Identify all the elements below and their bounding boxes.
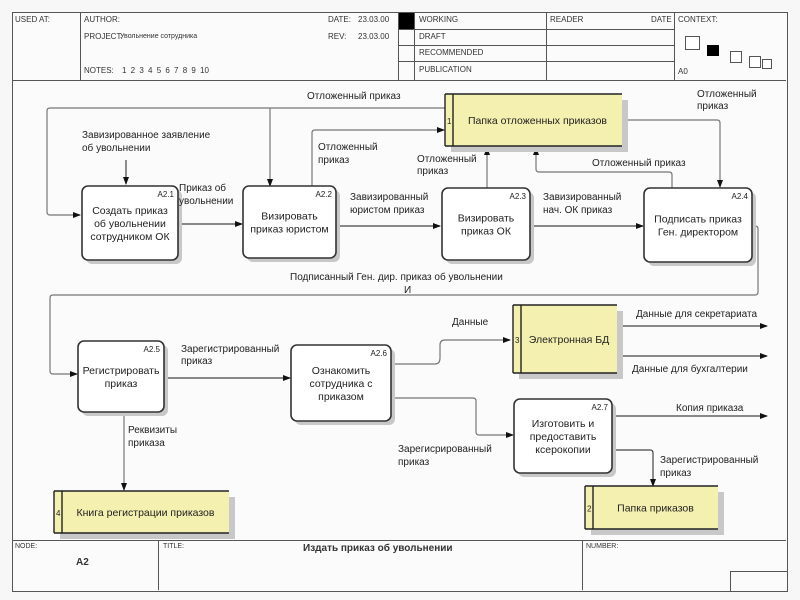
store-number: 2	[587, 505, 592, 514]
number-label: NUMBER:	[586, 543, 619, 550]
label-postponed-a24: Отложенный приказ	[592, 158, 686, 169]
activity-label: Регистрировать	[83, 365, 160, 377]
label-approved-hr-1: Завизированный	[543, 192, 621, 203]
arrow-a26-to-a27	[391, 397, 514, 438]
data-store[interactable]: 4 Книга регистрации приказов	[53, 490, 235, 539]
activity-label: сотрудника с	[309, 378, 372, 390]
label-order-dismissal-1: Приказ об	[179, 182, 226, 194]
label-registered-a27-1: Зарегистрированный	[660, 455, 758, 466]
label-approved-app-1: Завизированное заявление	[82, 130, 211, 141]
activity-id: A2.5	[144, 345, 161, 354]
activity-label: Изготовить и	[532, 418, 595, 430]
activity-label: приказ	[105, 378, 138, 390]
title-label: TITLE:	[163, 543, 185, 550]
activity-label: Ген. директором	[658, 227, 738, 239]
activity-label: предоставить	[530, 431, 597, 443]
store-label: Папка отложенных приказов	[468, 115, 607, 127]
label-postponed-top: Отложенный приказ	[307, 91, 401, 102]
activity-label: Создать приказ	[92, 205, 168, 217]
activity-id: A2.2	[316, 190, 333, 199]
activity-box[interactable]: A2.2 Визироватьприказ юристом	[242, 185, 340, 262]
diagram-title: Издать приказ об увольнении	[303, 543, 453, 554]
footer-divider	[12, 540, 786, 541]
label-postponed-right-2: приказ	[697, 101, 729, 112]
activity-id: A2.6	[371, 349, 388, 358]
label-postponed-right-1: Отложенный	[697, 89, 757, 100]
store-label: Папка приказов	[617, 503, 694, 515]
label-postponed-a22-2: приказ	[318, 155, 350, 166]
activity-label: сотрудником ОК	[90, 231, 170, 243]
label-postponed-a23-2: приказ	[417, 166, 449, 177]
number-subbox	[730, 571, 787, 591]
label-approved-app-2: об увольнении	[82, 142, 150, 154]
label-registered-a26-1: Зарегисрированный	[398, 444, 492, 455]
activity-id: A2.7	[592, 403, 609, 412]
label-order-details-1: Реквизиты	[128, 425, 177, 436]
divider	[158, 540, 159, 590]
store-number: 4	[56, 509, 61, 518]
activity-box[interactable]: A2.1 Создать приказоб увольнениисотрудник…	[81, 185, 182, 264]
divider	[582, 540, 583, 590]
label-data-accounting: Данные для бухгалтерии	[632, 363, 748, 375]
activity-id: A2.3	[510, 192, 527, 201]
label-postponed-a22-1: Отложенный	[318, 142, 378, 153]
store-label: Книга регистрации приказов	[77, 507, 215, 519]
activity-label: приказом	[318, 391, 364, 403]
activity-label: приказ ОК	[461, 226, 512, 238]
activity-box[interactable]: A2.6Ознакомитьсотрудника сприказом	[290, 344, 395, 425]
label-registered-a25-2: приказ	[181, 356, 213, 367]
data-store[interactable]: 2 Папка приказов	[584, 485, 724, 535]
node-label: NODE:	[15, 543, 38, 550]
label-registered-a26-2: приказ	[398, 457, 430, 468]
arrow-a27-to-store2	[612, 449, 656, 487]
label-data-secretariat: Данные для секретариата	[636, 309, 757, 320]
label-registered-a27-2: приказ	[660, 468, 692, 479]
label-signed-order-2: И	[404, 285, 411, 296]
label-signed-order-1: Подписанный Ген. дир. приказ об увольнен…	[290, 271, 503, 283]
store-number: 1	[447, 117, 452, 126]
activity-label: ксерокопии	[535, 444, 591, 456]
label-approved-hr-2: нач. ОК приказ	[543, 205, 613, 216]
activity-label: об увольнении	[94, 218, 166, 230]
data-store[interactable]: 3 Электронная БД	[512, 304, 623, 379]
activity-box[interactable]: A2.5 Регистрироватьприказ	[77, 340, 168, 416]
store-number: 3	[515, 336, 520, 345]
label-order-details-2: приказа	[128, 438, 165, 449]
label-data: Данные	[452, 317, 489, 328]
idef0-diagram: 1 Папка отложенных приказов 2 Папка приказо…	[46, 89, 768, 539]
arrow-data	[391, 337, 511, 365]
activity-id: A2.4	[732, 192, 749, 201]
label-order-dismissal-2: увольнении	[179, 196, 233, 207]
label-postponed-a23-1: Отложенный	[417, 154, 477, 165]
activity-label: Визировать	[458, 213, 515, 225]
data-store[interactable]: 1 Папка отложенных приказов	[444, 93, 628, 152]
store-label: Электронная БД	[529, 334, 609, 346]
label-order-copy: Копия приказа	[676, 403, 744, 414]
label-registered-a25-1: Зарегистрированный	[181, 344, 279, 355]
activity-box[interactable]: A2.4 Подписать приказГен. директором	[643, 187, 756, 266]
arrow-store1-to-a24	[622, 119, 723, 188]
activity-label: Ознакомить	[312, 365, 371, 377]
activity-id: A2.1	[158, 190, 175, 199]
label-approved-lawyer-2: юристом приказ	[350, 205, 425, 216]
label-approved-lawyer-1: Завизированный	[350, 192, 428, 203]
activity-box[interactable]: A2.3 Визироватьприказ ОК	[441, 187, 534, 264]
node-value: A2	[76, 557, 89, 568]
activity-label: Подписать приказ	[654, 214, 742, 226]
activity-label: приказ юристом	[250, 224, 328, 236]
activity-box[interactable]: A2.7 Изготовить ипредоставитьксерокопии	[513, 398, 616, 477]
activity-label: Визировать	[261, 211, 318, 223]
